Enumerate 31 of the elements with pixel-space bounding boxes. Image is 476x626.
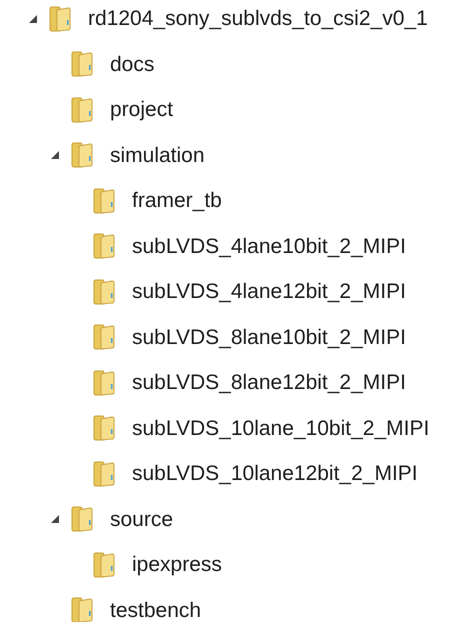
folder-name[interactable]: framer_tb bbox=[132, 185, 222, 216]
folder-name[interactable]: subLVDS_4lane10bit_2_MIPI bbox=[132, 230, 406, 262]
folder-name[interactable]: subLVDS_8lane10bit_2_MIPI bbox=[132, 322, 406, 353]
expanded-arrow-icon[interactable] bbox=[28, 14, 38, 24]
folder-icon bbox=[70, 506, 94, 532]
folder-name[interactable]: project bbox=[110, 94, 174, 126]
expanded-arrow-icon[interactable] bbox=[50, 150, 60, 160]
folder-name[interactable]: subLVDS_4lane12bit_2_MIPI bbox=[132, 276, 406, 308]
folder-icon bbox=[92, 370, 116, 396]
folder-icon bbox=[92, 460, 116, 487]
folder-name[interactable]: subLVDS_10lane12bit_2_MIPI bbox=[132, 458, 418, 490]
folder-icon bbox=[92, 233, 116, 260]
folder-icon bbox=[92, 324, 116, 350]
folder-icon bbox=[92, 415, 116, 442]
expanded-arrow-icon[interactable] bbox=[50, 514, 60, 524]
folder-icon bbox=[92, 552, 116, 578]
folder-name[interactable]: source bbox=[110, 504, 174, 535]
folder-icon bbox=[92, 188, 116, 214]
folder-name[interactable]: testbench bbox=[110, 594, 202, 622]
folder-name[interactable]: simulation bbox=[110, 140, 205, 171]
folder-name[interactable]: ipexpress bbox=[132, 549, 222, 580]
folder-name[interactable]: subLVDS_10lane_10bit_2_MIPI bbox=[132, 412, 430, 444]
folder-icon bbox=[70, 597, 94, 622]
folder-icon bbox=[70, 96, 94, 123]
folder-icon bbox=[70, 51, 94, 78]
folder-name[interactable]: rd1204_sony_sublvds_to_csi2_v0_1 bbox=[88, 3, 428, 34]
folder-name[interactable]: docs bbox=[110, 48, 154, 80]
folder-icon bbox=[70, 142, 94, 168]
folder-icon bbox=[48, 6, 72, 32]
folder-icon bbox=[92, 278, 116, 305]
folder-name[interactable]: subLVDS_8lane12bit_2_MIPI bbox=[132, 367, 406, 398]
